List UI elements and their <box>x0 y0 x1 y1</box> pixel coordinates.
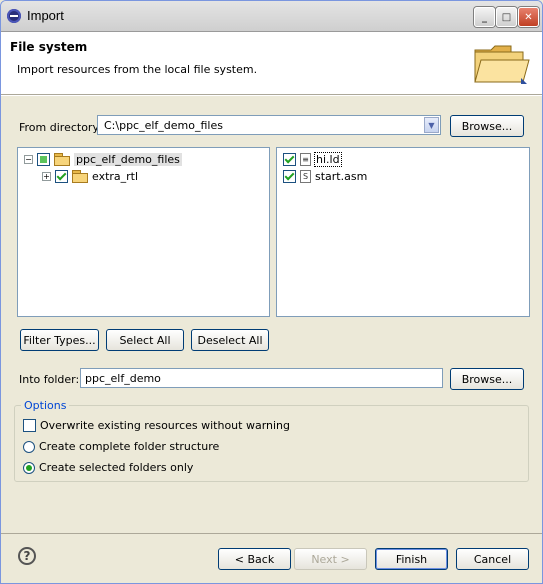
selected-only-radio[interactable] <box>23 461 35 474</box>
complete-structure-option[interactable]: Create complete folder structure <box>23 440 219 453</box>
file-item-start-asm-label: start.asm <box>315 169 368 183</box>
eclipse-icon <box>7 9 21 23</box>
folder-icon <box>72 170 88 183</box>
tree-item-root[interactable]: − ppc_elf_demo_files <box>24 151 182 167</box>
page-title: File system <box>10 40 88 54</box>
footer-separator <box>1 533 542 534</box>
maximize-button[interactable]: □ <box>496 7 517 27</box>
select-all-label: Select All <box>119 333 171 347</box>
page-description: Import resources from the local file sys… <box>17 63 258 76</box>
overwrite-checkbox[interactable] <box>23 419 36 432</box>
browse-label: Browse... <box>461 119 513 133</box>
close-button[interactable]: ✕ <box>518 7 539 27</box>
next-button[interactable]: Next > <box>294 548 367 570</box>
header-separator <box>1 95 542 96</box>
tree-item-child-label: extra_rtl <box>92 169 139 183</box>
chevron-down-icon[interactable]: ▼ <box>424 117 439 133</box>
deselect-all-label: Deselect All <box>197 333 263 347</box>
text-file-icon: ≡ <box>300 152 311 166</box>
filter-types-button[interactable]: Filter Types... <box>20 329 99 351</box>
next-label: Next > <box>311 552 350 566</box>
file-item-start-asm-checkbox[interactable] <box>283 169 296 183</box>
file-item-hi-ld[interactable]: ≡ hi.ld <box>283 151 342 167</box>
folder-tree[interactable]: − ppc_elf_demo_files + extra_rtl <box>17 147 270 317</box>
back-button[interactable]: < Back <box>218 548 291 570</box>
back-label: < Back <box>234 552 275 566</box>
finish-label: Finish <box>395 552 428 566</box>
import-dialog: Import _ □ ✕ File system Import resource… <box>0 0 543 584</box>
wizard-header: File system Import resources from the lo… <box>1 32 542 95</box>
selected-only-option[interactable]: Create selected folders only <box>23 461 193 474</box>
into-folder-field[interactable]: ppc_elf_demo <box>80 368 443 388</box>
tree-item-child[interactable]: + extra_rtl <box>42 168 138 184</box>
file-item-start-asm[interactable]: S start.asm <box>283 168 367 184</box>
browse-label: Browse... <box>461 372 513 386</box>
overwrite-option[interactable]: Overwrite existing resources without war… <box>23 419 290 432</box>
collapse-icon[interactable]: − <box>24 154 33 164</box>
cancel-label: Cancel <box>473 552 512 566</box>
from-directory-label: From directory: <box>19 121 102 134</box>
file-item-hi-ld-label: hi.ld <box>314 151 342 167</box>
expand-icon[interactable]: + <box>42 171 51 181</box>
minimize-button[interactable]: _ <box>474 7 495 27</box>
help-icon[interactable]: ? <box>18 547 36 565</box>
file-item-hi-ld-checkbox[interactable] <box>283 152 296 166</box>
cancel-button[interactable]: Cancel <box>456 548 529 570</box>
tree-item-child-checkbox[interactable] <box>55 169 68 183</box>
from-directory-browse-button[interactable]: Browse... <box>450 115 524 137</box>
complete-structure-label: Create complete folder structure <box>39 440 220 453</box>
tree-item-root-checkbox[interactable] <box>37 152 50 166</box>
into-folder-label: Into folder: <box>19 373 80 386</box>
selected-only-label: Create selected folders only <box>39 461 194 474</box>
from-directory-value: C:\ppc_elf_demo_files <box>104 119 223 132</box>
folder-open-icon <box>54 153 70 166</box>
title-bar[interactable]: Import _ □ ✕ <box>1 1 542 32</box>
into-folder-browse-button[interactable]: Browse... <box>450 368 524 390</box>
asm-file-icon: S <box>300 169 311 183</box>
overwrite-label: Overwrite existing resources without war… <box>40 419 291 432</box>
filter-types-label: Filter Types... <box>23 333 96 347</box>
file-list[interactable]: ≡ hi.ld S start.asm <box>276 147 530 317</box>
select-all-button[interactable]: Select All <box>106 329 184 351</box>
from-directory-combo[interactable]: C:\ppc_elf_demo_files ▼ <box>97 115 441 135</box>
deselect-all-button[interactable]: Deselect All <box>191 329 269 351</box>
folder-icon <box>474 45 530 84</box>
finish-button[interactable]: Finish <box>375 548 448 570</box>
options-group-label: Options <box>21 399 70 412</box>
into-folder-value: ppc_elf_demo <box>85 372 161 385</box>
tree-item-root-label: ppc_elf_demo_files <box>74 152 182 166</box>
complete-structure-radio[interactable] <box>23 440 35 453</box>
window-title: Import <box>27 8 64 23</box>
